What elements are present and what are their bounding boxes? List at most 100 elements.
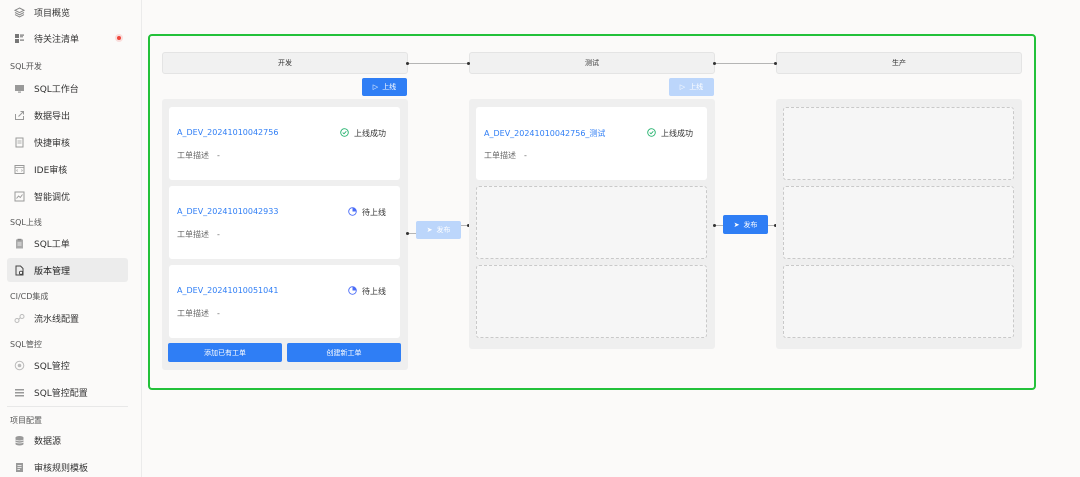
send-icon: ➤: [733, 220, 740, 229]
ticket-status: 待上线: [348, 286, 386, 297]
stage-connector: [715, 225, 723, 226]
stage-connector: [408, 63, 469, 64]
notification-dot: [117, 36, 121, 40]
sidebar-item-smart-tuning[interactable]: 智能调优: [7, 184, 128, 208]
online-icon: ▷: [679, 83, 686, 91]
shield-icon: [13, 359, 25, 371]
sidebar-item-sql-control[interactable]: SQL管控: [7, 353, 128, 377]
sidebar-item-label: 数据导出: [34, 111, 71, 122]
online-icon: ▷: [372, 83, 379, 91]
list-icon: [13, 32, 25, 44]
sidebar-divider: [7, 406, 128, 407]
export-icon: [13, 109, 25, 121]
config-list-icon: [13, 386, 25, 398]
clipboard-icon: [13, 237, 25, 249]
sidebar-item-label: SQL管控: [34, 361, 70, 372]
sidebar-item-data-export[interactable]: 数据导出: [7, 103, 128, 127]
publish-button-label: 发布: [743, 220, 758, 229]
online-button-dev[interactable]: ▷ 上线: [362, 78, 407, 96]
ticket-name-link[interactable]: A_DEV_20241010051041: [177, 286, 278, 295]
document-icon: [13, 136, 25, 148]
sidebar-item-data-source[interactable]: 数据源: [7, 428, 128, 452]
sidebar-item-project-overview[interactable]: 项目概览: [7, 0, 128, 24]
sidebar-item-watchlist[interactable]: 待关注清单: [7, 26, 128, 50]
sidebar-item-label: SQL工单: [34, 239, 70, 250]
chart-icon: [13, 190, 25, 202]
connector-dot: [713, 224, 716, 227]
stage-header-dev: 开发: [162, 52, 408, 74]
sidebar-group-title: SQL管控: [10, 340, 42, 349]
create-new-ticket-label: 创建新工单: [326, 348, 362, 357]
ticket-status: 待上线: [348, 207, 386, 218]
ticket-card[interactable]: A_DEV_20241010042756_测试 上线成功 工单描述 -: [476, 107, 707, 180]
monitor-icon: [13, 82, 25, 94]
sidebar-item-sql-control-config[interactable]: SQL管控配置: [7, 380, 128, 404]
empty-ticket-slot: [476, 186, 707, 259]
sidebar-item-label: 智能调优: [34, 192, 71, 203]
sidebar-item-label: 流水线配置: [34, 314, 80, 325]
sidebar-item-audit-template[interactable]: 审核规则模板: [7, 455, 128, 477]
sidebar-item-label: SQL工作台: [34, 84, 79, 95]
sidebar-group-title: SQL开发: [10, 62, 42, 71]
check-circle-icon: [647, 128, 656, 139]
sidebar-item-label: 快捷审核: [34, 138, 71, 149]
send-icon: ➤: [426, 226, 433, 234]
sidebar-item-sql-workbench[interactable]: SQL工作台: [7, 76, 128, 100]
online-button-test[interactable]: ▷ 上线: [669, 78, 714, 96]
ticket-status-label: 待上线: [362, 208, 386, 217]
pipeline-icon: [13, 312, 25, 324]
ticket-desc-label: 工单描述: [177, 309, 209, 318]
clock-icon: [348, 286, 357, 297]
sidebar-item-label: 审核规则模板: [34, 463, 89, 474]
add-existing-ticket-label: 添加已有工单: [204, 348, 246, 357]
publish-button-dev[interactable]: ➤ 发布: [416, 221, 461, 239]
sidebar-item-label: SQL管控配置: [34, 388, 88, 399]
ticket-desc-label: 工单描述: [177, 151, 209, 160]
connector-dot: [467, 62, 470, 65]
sidebar-item-label: 数据源: [34, 436, 62, 447]
sidebar-item-quick-audit[interactable]: 快捷审核: [7, 130, 128, 154]
ticket-status-label: 待上线: [362, 287, 386, 296]
template-icon: [13, 461, 25, 473]
empty-ticket-slot: [783, 107, 1014, 180]
ticket-desc-label: 工单描述: [177, 230, 209, 239]
add-existing-ticket-button[interactable]: 添加已有工单: [168, 343, 282, 362]
clock-icon: [348, 207, 357, 218]
sidebar-group-title: 项目配置: [10, 416, 42, 425]
sidebar-group-title: CI/CD集成: [10, 292, 49, 301]
sidebar-item-pipeline-config[interactable]: 流水线配置: [7, 306, 128, 330]
ticket-card[interactable]: A_DEV_20241010051041 待上线 工单描述 -: [169, 265, 400, 338]
ticket-card[interactable]: A_DEV_20241010042756 上线成功 工单描述 -: [169, 107, 400, 180]
ticket-name-link[interactable]: A_DEV_20241010042933: [177, 207, 278, 216]
stage-connector: [715, 63, 776, 64]
ticket-status: 上线成功: [340, 128, 386, 139]
ticket-name-link[interactable]: A_DEV_20241010042756: [177, 128, 278, 137]
ticket-desc-value: -: [217, 151, 220, 160]
create-new-ticket-button[interactable]: 创建新工单: [287, 343, 401, 362]
ticket-card[interactable]: A_DEV_20241010042933 待上线 工单描述 -: [169, 186, 400, 259]
ticket-name-link[interactable]: A_DEV_20241010042756_测试: [484, 128, 605, 139]
ticket-description: 工单描述 -: [177, 308, 220, 319]
sidebar-item-label: 项目概览: [34, 8, 71, 19]
online-button-label: 上线: [689, 83, 704, 91]
sidebar-item-sql-ticket[interactable]: SQL工单: [7, 231, 128, 255]
publish-button-test[interactable]: ➤ 发布: [723, 215, 768, 234]
check-circle-icon: [340, 128, 349, 139]
sidebar-group-title: SQL上线: [10, 218, 42, 227]
sidebar-item-label: 版本管理: [34, 266, 71, 277]
online-button-label: 上线: [382, 83, 397, 91]
ticket-desc-value: -: [217, 309, 220, 318]
sidebar-item-label: 待关注清单: [34, 34, 80, 45]
connector-dot: [406, 232, 409, 235]
ticket-status-label: 上线成功: [354, 129, 386, 138]
sidebar-item-ide-audit[interactable]: IDE审核: [7, 157, 128, 181]
ticket-status: 上线成功: [647, 128, 693, 139]
sidebar-item-version-management[interactable]: 版本管理: [7, 258, 128, 282]
ticket-desc-label: 工单描述: [484, 151, 516, 160]
connector-dot: [774, 62, 777, 65]
ticket-desc-value: -: [217, 230, 220, 239]
database-icon: [13, 434, 25, 446]
sidebar: 项目概览 待关注清单 SQL开发 SQL工作台 数据导出 快捷审核 IDE审核 …: [0, 0, 142, 477]
connector-dot: [406, 62, 409, 65]
stage-connector: [408, 233, 416, 234]
